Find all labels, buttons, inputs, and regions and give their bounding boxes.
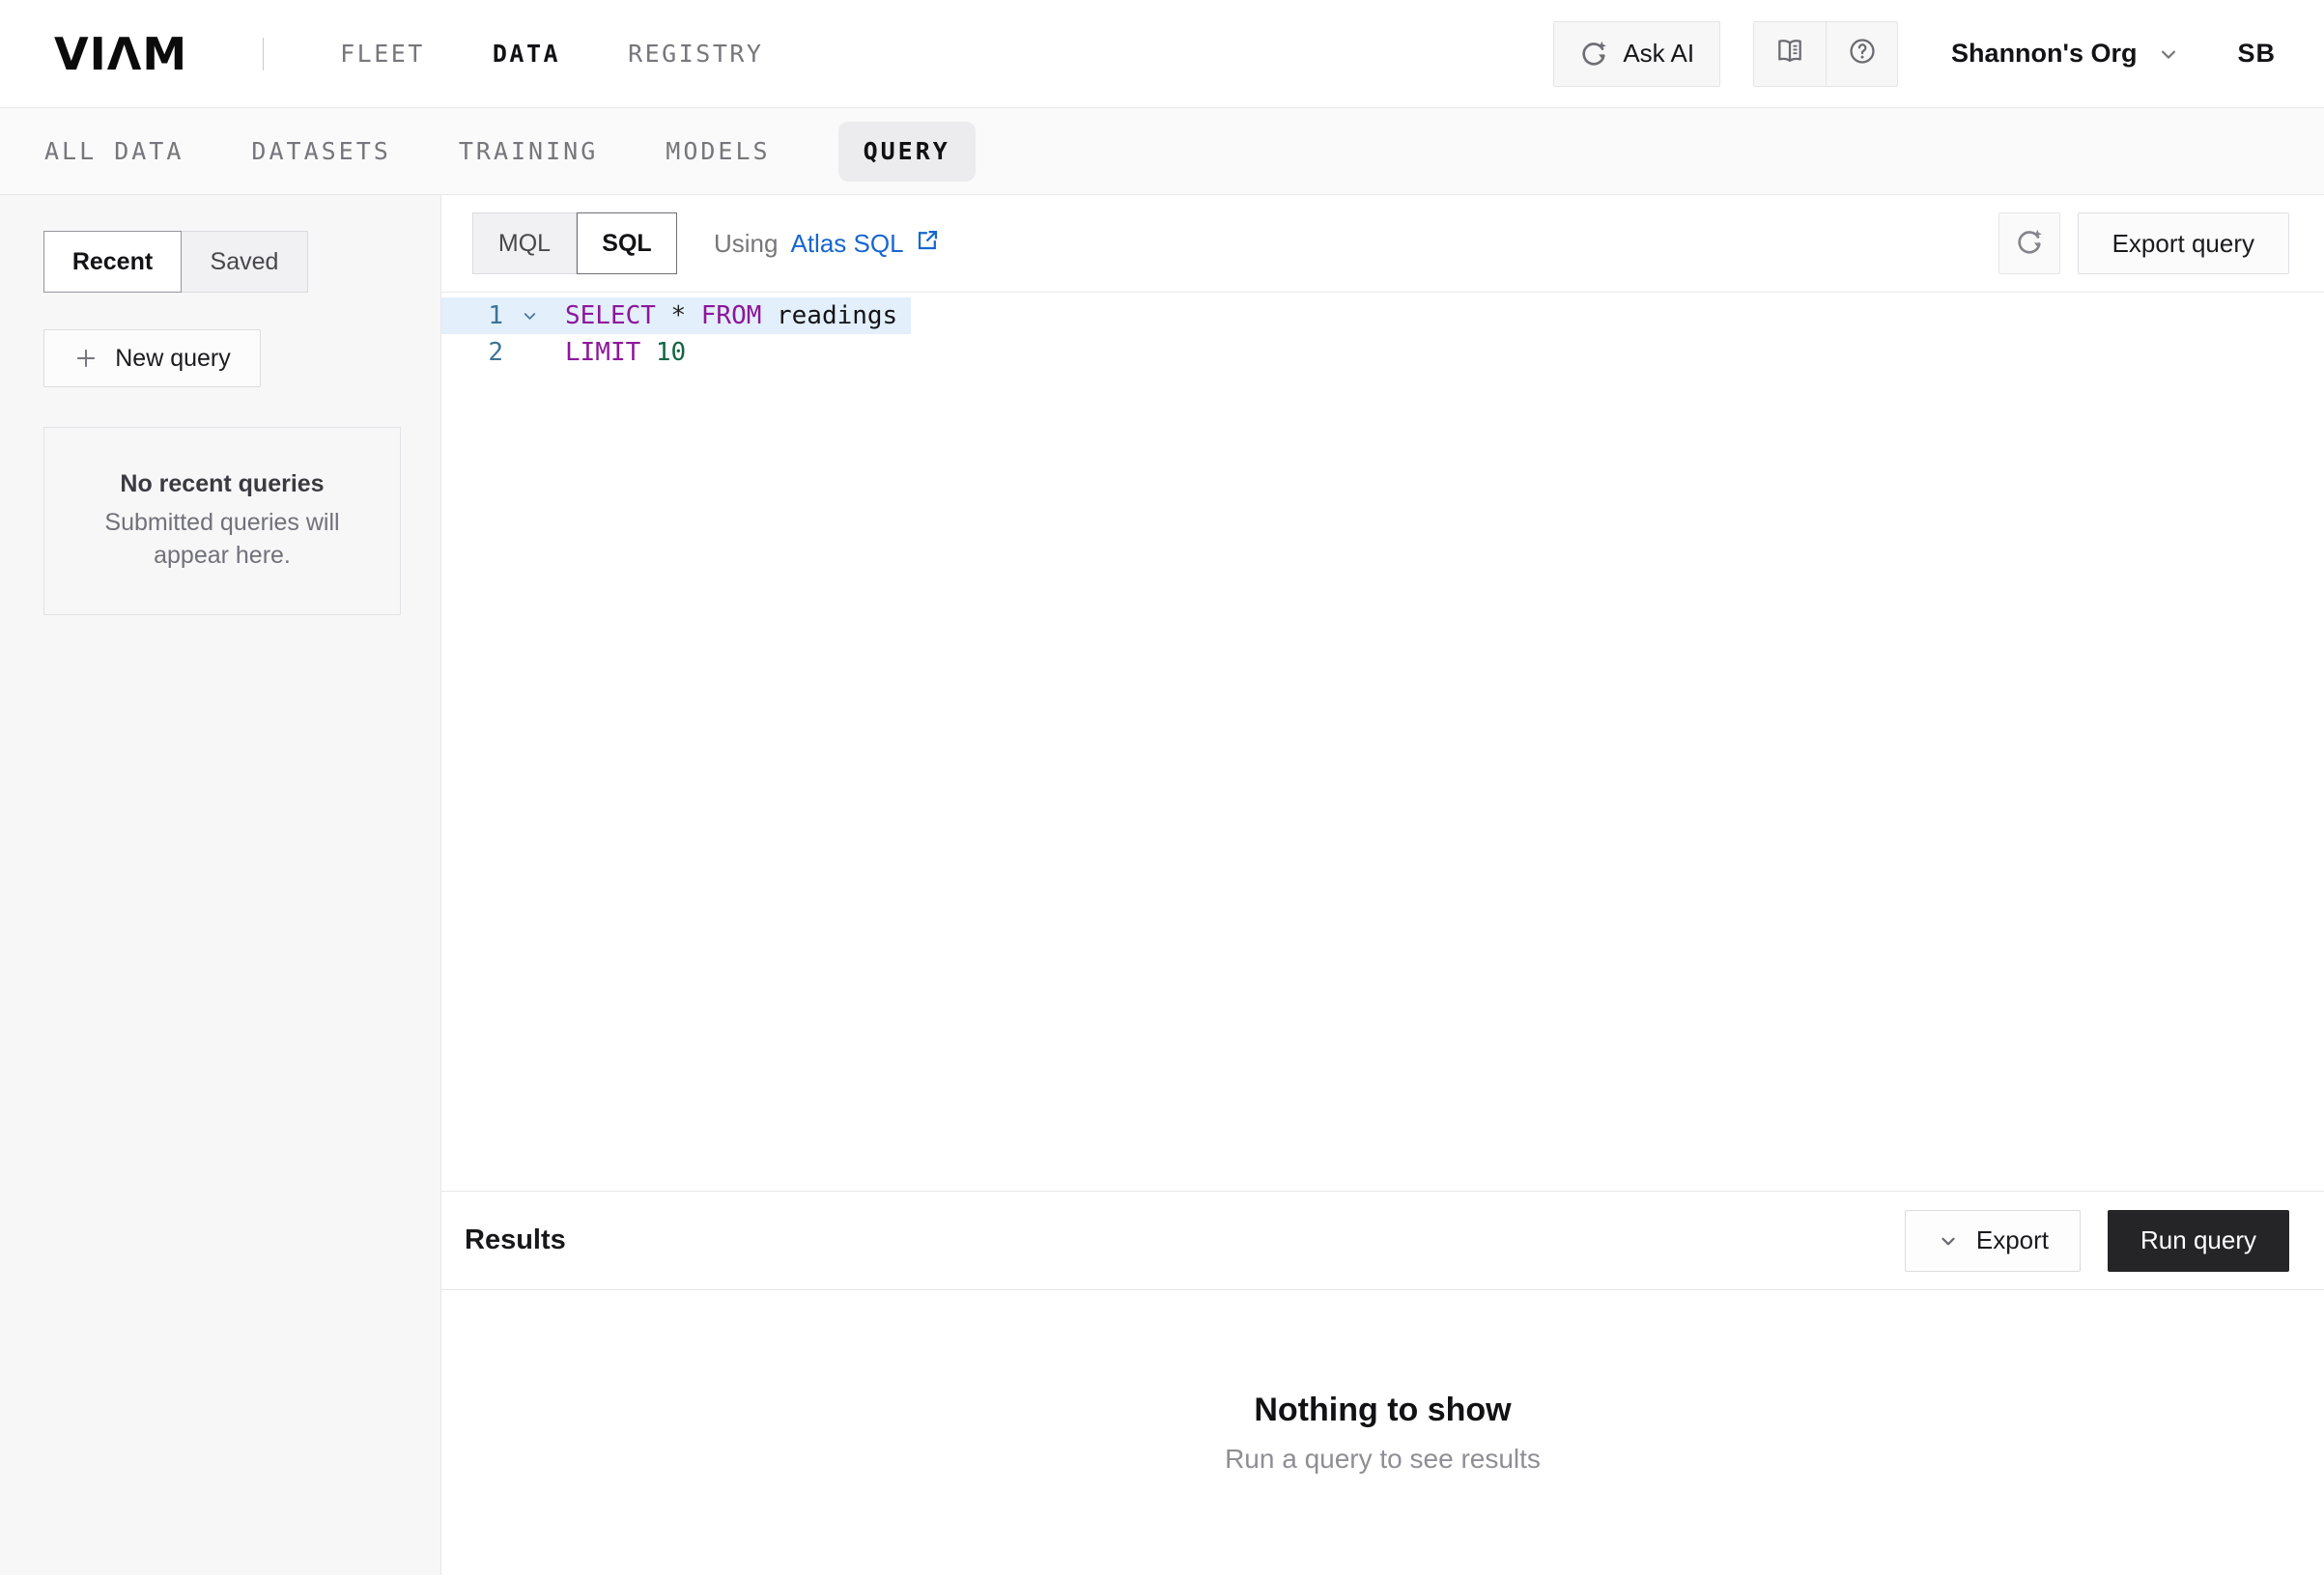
no-recent-queries-box: No recent queries Submitted queries will… [43, 427, 401, 615]
atlas-sql-link-label: Atlas SQL [790, 229, 903, 259]
tab-models[interactable]: MODELS [666, 137, 770, 165]
results-empty-state: Nothing to show Run a query to see resul… [441, 1290, 2324, 1575]
viam-data-query-page: VIΛM FLEET DATA REGISTRY Ask AI [0, 0, 2324, 1576]
code-text-line-2: LIMIT 10 [555, 338, 686, 367]
org-name: Shannon's Org [1951, 39, 2137, 69]
help-icon-group [1753, 21, 1898, 87]
code-text-line-1: SELECT * FROM readings [555, 301, 897, 330]
editor-toolbar-right: Export query [1998, 212, 2289, 274]
results-actions: Export Run query [1905, 1210, 2289, 1272]
sql-keyword: SELECT [565, 301, 656, 330]
query-main-panel: MQL SQL Using Atlas SQL [441, 195, 2324, 1575]
sql-operator: * [671, 301, 687, 330]
documentation-button[interactable] [1754, 22, 1826, 86]
no-recent-queries-title: No recent queries [120, 470, 324, 498]
ai-sparkle-refresh-icon [2015, 228, 2044, 260]
ai-generate-query-button[interactable] [1998, 212, 2060, 274]
book-icon [1774, 36, 1805, 71]
chevron-down-icon [2156, 42, 2181, 67]
results-empty-title: Nothing to show [1254, 1392, 1511, 1429]
recent-tab[interactable]: Recent [43, 231, 182, 293]
topbar-right: Ask AI [1553, 21, 2276, 87]
tab-datasets[interactable]: DATASETS [251, 137, 390, 165]
sql-keyword: LIMIT [565, 338, 640, 367]
line-number-2: 2 [441, 338, 503, 367]
run-query-button[interactable]: Run query [2108, 1210, 2289, 1272]
primary-nav: FLEET DATA REGISTRY [340, 40, 763, 68]
query-sidebar: Recent Saved New query No recent queries… [0, 195, 441, 1575]
atlas-sql-link[interactable]: Atlas SQL [790, 227, 940, 260]
no-recent-queries-subtitle: Submitted queries will appear here. [82, 506, 362, 572]
using-label: Using [714, 229, 778, 259]
chevron-down-icon [1937, 1229, 1960, 1252]
fold-chevron-icon[interactable] [503, 307, 555, 325]
using-atlas-sql: Using Atlas SQL [714, 227, 941, 260]
editor-toolbar: MQL SQL Using Atlas SQL [441, 195, 2324, 292]
user-avatar-initials[interactable]: SB [2237, 39, 2276, 69]
tab-query[interactable]: QUERY [838, 122, 976, 182]
data-subnav: ALL DATA DATASETS TRAINING MODELS QUERY [0, 108, 2324, 195]
new-query-button[interactable]: New query [43, 329, 261, 387]
export-query-label: Export query [2112, 229, 2254, 259]
mql-tab[interactable]: MQL [472, 212, 577, 274]
ask-ai-label: Ask AI [1623, 39, 1694, 69]
results-title: Results [465, 1224, 566, 1256]
code-line-1[interactable]: 1 SELECT * FROM readings [441, 297, 911, 334]
export-results-button[interactable]: Export [1905, 1210, 2081, 1272]
topbar-divider [263, 38, 264, 70]
plus-icon [73, 346, 99, 371]
ask-ai-button[interactable]: Ask AI [1553, 21, 1720, 87]
recent-saved-toggle: Recent Saved [43, 231, 401, 293]
question-circle-icon [1847, 36, 1878, 71]
results-empty-subtitle: Run a query to see results [1225, 1444, 1541, 1475]
org-switcher[interactable]: Shannon's Org [1951, 39, 2181, 69]
top-bar: VIΛM FLEET DATA REGISTRY Ask AI [0, 0, 2324, 108]
results-header: Results Export Run query [441, 1191, 2324, 1290]
export-results-label: Export [1976, 1225, 2049, 1255]
sql-keyword: FROM [701, 301, 762, 330]
sql-tab[interactable]: SQL [577, 212, 677, 274]
tab-all-data[interactable]: ALL DATA [44, 137, 184, 165]
viam-logo[interactable]: VIΛM [54, 28, 187, 80]
line-number-1: 1 [441, 301, 503, 330]
new-query-label: New query [115, 345, 231, 373]
sql-number: 10 [656, 338, 686, 367]
query-language-toggle: MQL SQL [473, 212, 677, 274]
export-query-button[interactable]: Export query [2078, 212, 2289, 274]
content-area: Recent Saved New query No recent queries… [0, 195, 2324, 1575]
code-line-2[interactable]: 2 LIMIT 10 [441, 334, 699, 371]
nav-item-data[interactable]: DATA [493, 40, 560, 68]
sql-code-editor[interactable]: 1 SELECT * FROM readings 2 LIMIT 10 [441, 292, 2324, 1191]
help-button[interactable] [1826, 22, 1897, 86]
external-link-icon [915, 227, 941, 260]
saved-tab[interactable]: Saved [181, 231, 308, 293]
tab-training[interactable]: TRAINING [459, 137, 598, 165]
nav-item-registry[interactable]: REGISTRY [628, 40, 763, 68]
ai-sparkle-refresh-icon [1579, 40, 1608, 69]
nav-item-fleet[interactable]: FLEET [340, 40, 425, 68]
sql-identifier: readings [777, 301, 897, 330]
